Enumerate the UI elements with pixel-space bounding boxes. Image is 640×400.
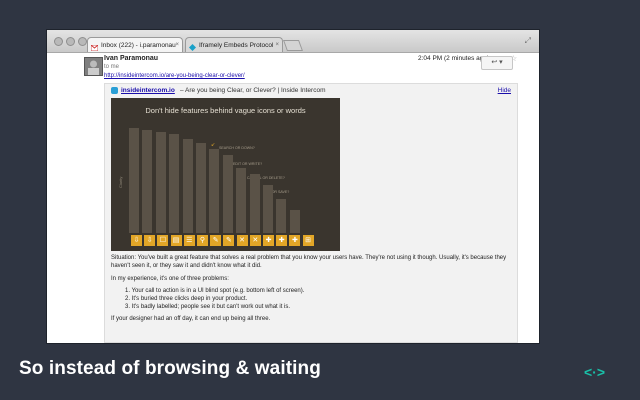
body-paragraph: If your designer had an off day, it can … bbox=[111, 316, 271, 322]
slide-icon-button: ✚ bbox=[276, 235, 288, 246]
tab-close-icon[interactable]: × bbox=[275, 38, 279, 52]
tab-label: Inbox (222) - i.paramonau bbox=[101, 42, 176, 49]
slide-icon-button: ✕ bbox=[236, 235, 248, 246]
slide-icon-button: ✎ bbox=[210, 235, 222, 246]
list-item: 1. Your call to action is in a UI blind … bbox=[125, 288, 305, 294]
iframely-icon bbox=[189, 42, 196, 51]
slide-bar bbox=[169, 134, 180, 233]
embed-card: insideintercom.io – Are you being Clear,… bbox=[104, 83, 518, 343]
slide-icon-button: ☰ bbox=[183, 235, 195, 246]
list-item: 3. It's badly labelled; people see it bu… bbox=[125, 304, 291, 310]
slide-icon-button: ⇩ bbox=[144, 235, 156, 246]
slide-bar bbox=[129, 128, 139, 233]
slide-bar bbox=[263, 184, 273, 233]
slide-icon-button: ⚲ bbox=[197, 235, 208, 246]
list-item: 2. It's buried three clicks deep in your… bbox=[125, 296, 248, 302]
browser-window: Inbox (222) - i.paramonau × Iframely Emb… bbox=[47, 30, 539, 343]
gmail-icon bbox=[90, 42, 99, 52]
annotation: SEARCH OR DOWN? bbox=[219, 146, 255, 150]
body-paragraph: Situation: You've built a great feature … bbox=[111, 255, 507, 269]
slide-image: Don't hide features behind vague icons o… bbox=[111, 98, 340, 251]
avatar bbox=[84, 57, 103, 76]
slide-title: Don't hide features behind vague icons o… bbox=[145, 106, 306, 115]
slide-icon-button: ⇩ bbox=[131, 235, 142, 246]
tab-close-icon[interactable]: × bbox=[175, 38, 179, 52]
slide-bar bbox=[249, 174, 260, 233]
slide-bar bbox=[155, 132, 166, 233]
resize-icon[interactable]: ⤢ bbox=[525, 36, 531, 46]
slide-bar bbox=[209, 149, 220, 233]
slide-caption: So instead of browsing & waiting bbox=[19, 358, 321, 379]
tab-label: Iframely Embeds Protocol bbox=[199, 42, 274, 49]
slide-icon-button: ✚ bbox=[289, 235, 301, 246]
email-date: 2:04 PM (2 minutes ago) bbox=[418, 55, 490, 62]
tab-iframely[interactable]: Iframely Embeds Protocol × bbox=[185, 37, 283, 52]
slide-icon-button: ✚ bbox=[263, 235, 274, 246]
slide-icon-button: ⊞ bbox=[302, 235, 314, 246]
minimize-window-button[interactable] bbox=[66, 37, 75, 46]
tab-inbox[interactable]: Inbox (222) - i.paramonau × bbox=[87, 37, 183, 52]
hide-link[interactable]: Hide bbox=[498, 87, 511, 94]
arrow-icon: ↙ bbox=[211, 142, 216, 148]
slide-bar bbox=[142, 130, 153, 233]
slide-bar bbox=[182, 138, 193, 233]
new-tab-button[interactable] bbox=[282, 40, 304, 51]
article-link[interactable]: http://insideintercom.io/are-you-being-c… bbox=[104, 73, 245, 79]
reply-button[interactable]: ↩ ▾ bbox=[481, 56, 513, 70]
recipient-label[interactable]: to me bbox=[104, 64, 119, 70]
slide-bar bbox=[236, 167, 247, 233]
slide-icon-button: ▤ bbox=[170, 235, 182, 246]
body-paragraph: In my experience, it's one of three prob… bbox=[111, 276, 229, 282]
source-title: – Are you being Clear, or Clever? | Insi… bbox=[180, 87, 326, 94]
slide-icon-button: ✎ bbox=[223, 235, 235, 246]
zoom-window-button[interactable] bbox=[78, 37, 87, 46]
slide-icon-button: ☐ bbox=[157, 235, 169, 246]
source-link[interactable]: insideintercom.io bbox=[121, 87, 175, 94]
code-logo-icon: <·> bbox=[584, 364, 606, 380]
slide-icon-button: ✕ bbox=[249, 235, 261, 246]
annotation: EDIT OR WRITE? bbox=[233, 162, 263, 166]
browser-tab-bar: Inbox (222) - i.paramonau × Iframely Emb… bbox=[47, 30, 539, 53]
close-window-button[interactable] bbox=[54, 37, 63, 46]
slide-bar bbox=[276, 199, 287, 233]
slide-bar bbox=[289, 209, 300, 233]
slide-ylabel: Clarity bbox=[118, 176, 123, 188]
sender-name: Ivan Paramonau bbox=[104, 55, 159, 62]
email-view: Ivan Paramonau to me 2:04 PM (2 minutes … bbox=[47, 53, 539, 343]
slide-bar bbox=[196, 142, 206, 233]
slide-bar bbox=[222, 155, 233, 233]
intercom-icon bbox=[111, 87, 118, 94]
